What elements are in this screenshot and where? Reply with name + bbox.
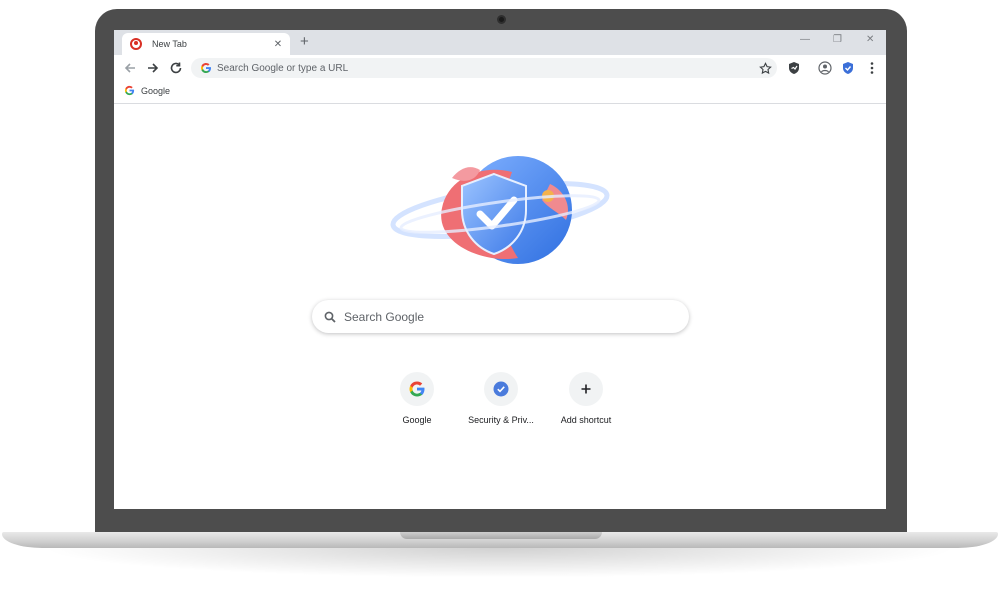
omnibox-placeholder: Search Google or type a URL (217, 62, 349, 74)
shortcut-label: Security & Priv... (468, 415, 534, 425)
bookmark-label: Google (141, 85, 171, 96)
laptop-mockup: New Tab ✕ + — ❐ ✕ Search Google or type … (0, 0, 1000, 615)
bookmark-star-icon[interactable] (757, 60, 773, 76)
shortcut-label: Google (402, 415, 432, 425)
back-arrow-icon[interactable] (122, 60, 138, 76)
google-g-icon (124, 85, 135, 96)
ntp-search-box[interactable]: Search Google (312, 300, 689, 333)
search-icon (324, 311, 336, 323)
minimize-icon[interactable]: — (800, 34, 810, 45)
extension-shield-icon[interactable] (785, 59, 803, 77)
shortcuts-grid: Google Security & Priv... Add shortcut (374, 372, 634, 432)
security-illustration (390, 156, 610, 264)
tab-title: New Tab (152, 39, 187, 49)
shortcut-google[interactable]: Google (374, 372, 460, 430)
close-window-icon[interactable]: ✕ (866, 34, 874, 45)
ntp-search-placeholder: Search Google (344, 309, 425, 324)
restore-icon[interactable]: ❐ (833, 34, 842, 45)
tab-close-icon[interactable]: ✕ (272, 39, 284, 50)
tab-strip: New Tab ✕ + — ❐ ✕ (114, 30, 886, 55)
forward-arrow-icon[interactable] (145, 60, 161, 76)
shield-check-icon (493, 381, 509, 397)
shortcut-tile (484, 372, 518, 406)
security-shield-icon[interactable] (839, 59, 857, 77)
new-tab-plus-icon[interactable]: + (300, 34, 309, 49)
bookmarks-bar: Google (114, 82, 886, 104)
bookmark-google[interactable]: Google (124, 85, 170, 96)
profile-avatar-icon[interactable] (816, 59, 834, 77)
shortcut-security-privacy[interactable]: Security & Priv... (458, 372, 544, 430)
new-tab-favicon-icon (130, 38, 142, 50)
google-g-icon (409, 381, 425, 397)
shortcut-tile (569, 372, 603, 406)
laptop-hinge-notch (400, 532, 602, 539)
tab-new-tab[interactable]: New Tab ✕ (122, 33, 290, 55)
more-menu-icon[interactable] (863, 59, 881, 77)
toolbar: Search Google or type a URL (114, 55, 886, 82)
laptop-shadow (40, 548, 960, 578)
shortcut-add[interactable]: Add shortcut (543, 372, 629, 430)
browser-window: New Tab ✕ + — ❐ ✕ Search Google or type … (114, 30, 886, 509)
plus-icon (581, 384, 591, 394)
webcam (497, 15, 506, 24)
reload-icon[interactable] (168, 60, 184, 76)
shortcut-label: Add shortcut (560, 415, 612, 425)
google-g-icon (201, 63, 211, 73)
omnibox[interactable]: Search Google or type a URL (191, 58, 777, 78)
shortcut-tile (400, 372, 434, 406)
